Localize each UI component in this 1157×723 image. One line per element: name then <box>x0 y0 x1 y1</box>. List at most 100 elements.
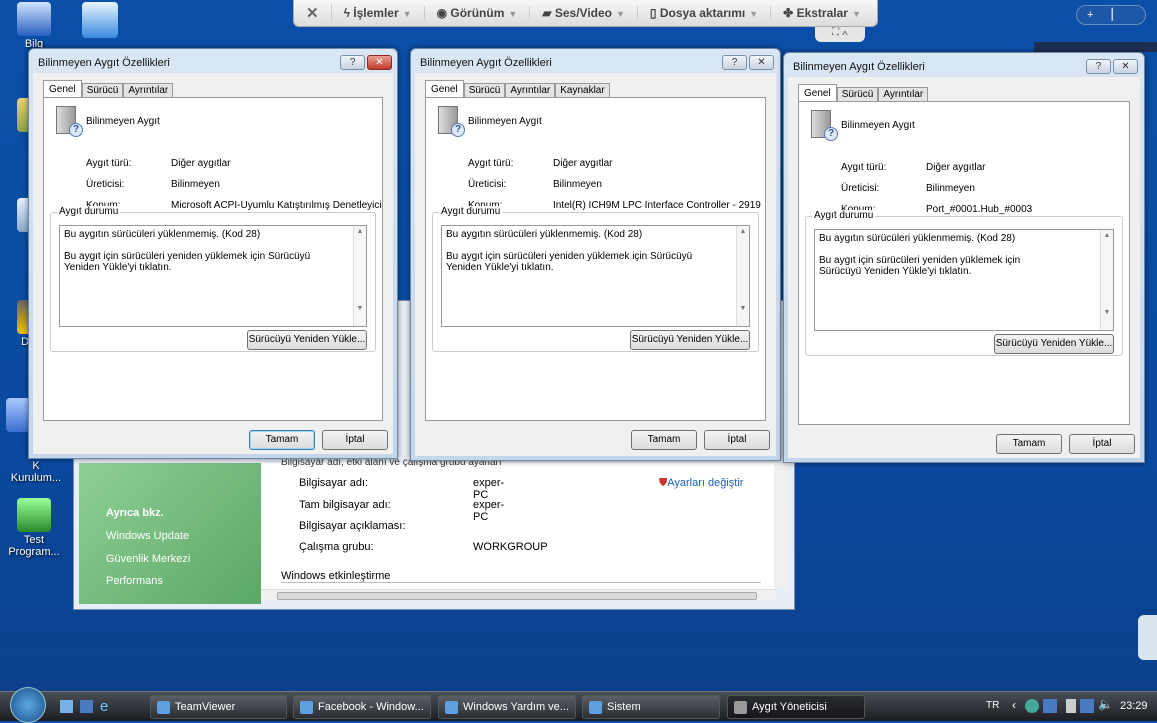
link-windows-update[interactable]: Windows Update <box>106 530 189 542</box>
eye-icon: ◉ <box>436 6 451 20</box>
unknown-device-icon: ? <box>56 106 83 137</box>
tab-general[interactable]: Genel <box>425 80 464 98</box>
row-description: Bilgisayar açıklaması: <box>299 520 405 532</box>
link-performance[interactable]: Performans <box>106 575 163 587</box>
value-manufacturer: Bilinmeyen <box>171 179 220 190</box>
tab-general[interactable]: Genel <box>798 84 837 102</box>
taskbar-teamviewer[interactable]: TeamViewer <box>150 695 287 719</box>
device-status-text[interactable]: Bu aygıtın sürücüleri yüklenmemiş. (Kod … <box>441 225 750 327</box>
battery-icon[interactable] <box>1066 699 1076 713</box>
teamviewer-icon <box>157 701 170 714</box>
internet-explorer-icon[interactable]: e <box>100 698 108 715</box>
menu-audio-video[interactable]: ▰ Ses/Video ▼ <box>530 6 638 20</box>
device-name: Bilinmeyen Aygıt <box>86 116 160 127</box>
network-icon[interactable] <box>1025 699 1039 713</box>
taskbar-system[interactable]: Sistem <box>582 695 720 719</box>
label: Tam bilgisayar adı: <box>299 499 391 511</box>
value-location: Intel(R) ICH9M LPC Interface Controller … <box>553 200 761 211</box>
toolbar-close-button[interactable]: ✕ <box>294 4 332 22</box>
close-button[interactable]: ✕ <box>749 55 774 70</box>
taskbar-device-manager[interactable]: Aygıt Yöneticisi <box>727 695 865 719</box>
system-icon <box>589 701 602 714</box>
desktop-icon-computer[interactable]: Bilg <box>4 2 64 50</box>
taskbar-facebook[interactable]: Facebook - Window... <box>293 695 431 719</box>
tab-driver[interactable]: Sürücü <box>836 87 879 102</box>
chevron-up-icon[interactable]: ∧ <box>842 27 848 38</box>
tab-details[interactable]: Ayrıntılar <box>123 83 174 98</box>
switch-windows-icon[interactable] <box>80 700 93 713</box>
language-indicator[interactable]: TR <box>986 700 999 711</box>
ie-icon <box>300 701 313 714</box>
taskbar-help[interactable]: Windows Yardım ve... <box>438 695 576 719</box>
start-button[interactable] <box>10 687 46 723</box>
ok-button[interactable]: Tamam <box>631 430 697 450</box>
teamviewer-toolbar: ✕ ϟ İşlemler ▼ ◉ Görünüm ▼ ▰ Ses/Video ▼ ▯ … <box>293 0 878 27</box>
label: Bilgisayar adı: <box>299 477 369 489</box>
status-line: Bu aygıtın sürücüleri yüklenmemiş. (Kod … <box>64 229 261 240</box>
tab-resources[interactable]: Kaynaklar <box>555 83 610 98</box>
toolbar-collapse-tab[interactable]: ⛶ ∧ <box>815 27 865 42</box>
status-scrollbar[interactable]: ▲ ▼ <box>736 226 749 326</box>
tab-general[interactable]: Genel <box>43 80 82 98</box>
cancel-button[interactable]: İptal <box>1069 434 1135 454</box>
desktop-icon-test-program[interactable]: Test Program... <box>4 498 64 558</box>
reinstall-driver-button[interactable]: Sürücüyü Yeniden Yükle... <box>247 330 367 350</box>
plus-icon[interactable]: + <box>1087 9 1093 21</box>
menu-view[interactable]: ◉ Görünüm ▼ <box>425 6 531 20</box>
dialog-title: Bilinmeyen Aygıt Özellikleri <box>793 61 925 73</box>
show-desktop-icon[interactable] <box>60 700 73 713</box>
label-device-type: Aygıt türü: <box>468 158 514 169</box>
cancel-button[interactable]: İptal <box>704 430 770 450</box>
expand-icon[interactable]: ▏ <box>1112 9 1120 21</box>
system-content: Bilgisayar adı, etki alanı ve çalışma gr… <box>261 457 776 589</box>
tab-driver[interactable]: Sürücü <box>463 83 506 98</box>
status-scrollbar[interactable]: ▲ ▼ <box>1100 230 1113 330</box>
menu-extras[interactable]: ✤ Ekstralar ▼ <box>771 6 873 20</box>
device-status-group: Aygıt durumu Bu aygıtın sürücüleri yükle… <box>50 206 376 352</box>
value: exper-PC <box>473 499 505 523</box>
help-button[interactable]: ? <box>340 55 365 70</box>
reinstall-driver-button[interactable]: Sürücüyü Yeniden Yükle... <box>994 334 1114 354</box>
tab-driver[interactable]: Sürücü <box>81 83 124 98</box>
teamviewer-desktop-icon[interactable] <box>82 2 118 38</box>
reinstall-driver-button[interactable]: Sürücüyü Yeniden Yükle... <box>630 330 750 350</box>
fullscreen-icon[interactable]: ⛶ <box>832 27 839 38</box>
unknown-device-icon: ? <box>438 106 465 137</box>
horizontal-scrollbar[interactable] <box>261 589 776 601</box>
menu-actions[interactable]: ϟ İşlemler ▼ <box>332 6 425 20</box>
menu-file-transfer[interactable]: ▯ Dosya aktarımı ▼ <box>638 6 772 20</box>
teamviewer-tray-icon[interactable] <box>1043 699 1057 713</box>
scrollbar-thumb[interactable] <box>277 592 757 600</box>
ok-button[interactable]: Tamam <box>249 430 315 450</box>
status-scrollbar[interactable]: ▲ ▼ <box>353 226 366 326</box>
value-location: Port_#0001.Hub_#0003 <box>926 204 1033 215</box>
close-button[interactable]: ✕ <box>1113 59 1138 74</box>
status-line: Bu aygıt için sürücüleri yeniden yükleme… <box>64 251 311 273</box>
label-manufacturer: Üreticisi: <box>468 179 507 190</box>
chevron-left-icon[interactable]: ‹ <box>1012 698 1016 712</box>
device-name: Bilinmeyen Aygıt <box>841 120 915 131</box>
tab-details[interactable]: Ayrıntılar <box>878 87 929 102</box>
dialog-title: Bilinmeyen Aygıt Özellikleri <box>38 57 170 69</box>
device-properties-dialog-2: Bilinmeyen Aygıt Özellikleri ? ✕ Genel Sü… <box>410 48 781 461</box>
tv-mini-panel[interactable]: + ▏ <box>1076 5 1146 25</box>
teamviewer-side-tab[interactable] <box>1138 615 1157 660</box>
close-button[interactable]: ✕ <box>367 55 392 70</box>
help-button[interactable]: ? <box>1086 59 1111 74</box>
clock[interactable]: 23:29 <box>1120 700 1148 712</box>
cancel-button[interactable]: İptal <box>322 430 388 450</box>
label-device-type: Aygıt türü: <box>86 158 132 169</box>
tab-details[interactable]: Ayrıntılar <box>505 83 556 98</box>
device-status-text[interactable]: Bu aygıtın sürücüleri yüklenmemiş. (Kod … <box>59 225 367 327</box>
help-button[interactable]: ? <box>722 55 747 70</box>
label-manufacturer: Üreticisi: <box>841 183 880 194</box>
vertical-scrollbar[interactable] <box>774 463 788 589</box>
device-status-text[interactable]: Bu aygıtın sürücüleri yüklenmemiş. (Kod … <box>814 229 1114 331</box>
ok-button[interactable]: Tamam <box>996 434 1062 454</box>
status-line: Bu aygıtın sürücüleri yüklenmemiş. (Kod … <box>819 233 1016 244</box>
link-security-center[interactable]: Güvenlik Merkezi <box>106 553 190 565</box>
row-computer-name: Bilgisayar adı: exper-PC <box>299 477 504 501</box>
change-settings-link[interactable]: ⛊Ayarları değiştir <box>659 477 743 490</box>
volume-icon[interactable]: 🔈 <box>1098 697 1113 711</box>
tray-app-icon[interactable] <box>1080 699 1094 713</box>
